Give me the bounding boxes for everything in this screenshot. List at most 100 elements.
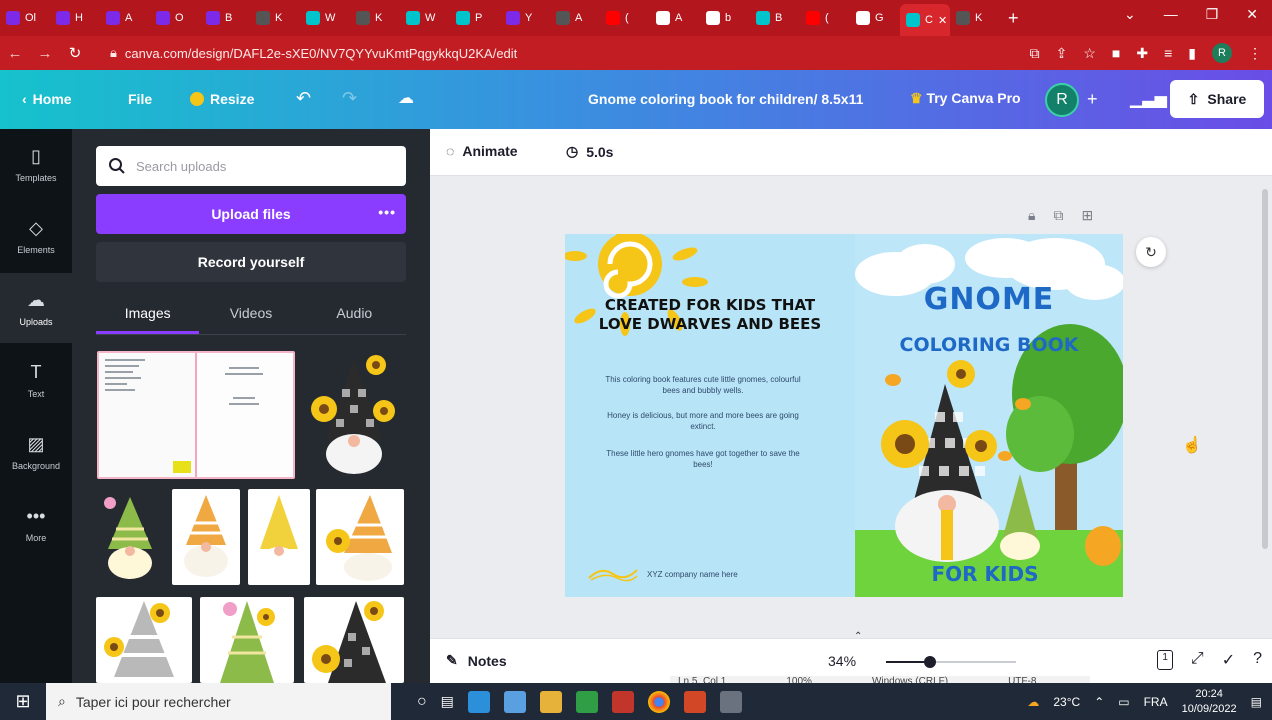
tray-chevron-icon[interactable]: ⌃ xyxy=(1094,695,1104,709)
animate-button[interactable]: ◌ Animate xyxy=(446,143,518,159)
search-input[interactable] xyxy=(136,158,386,174)
upload-thumb-gnome-5[interactable] xyxy=(316,489,404,585)
project-icon[interactable] xyxy=(575,690,598,713)
browser-tab[interactable]: ( xyxy=(800,4,850,32)
close-window-icon[interactable]: ✕ xyxy=(1246,6,1258,23)
help-icon[interactable]: ? xyxy=(1253,650,1262,670)
reading-list-icon[interactable]: ≡ xyxy=(1164,45,1172,61)
browser-tab[interactable]: A xyxy=(550,4,600,32)
browser-tab[interactable]: ( xyxy=(600,4,650,32)
chrome-icon[interactable] xyxy=(647,690,670,713)
design-canvas[interactable]: CREATED FOR KIDS THAT LOVE DWARVES AND B… xyxy=(565,234,1123,597)
redo-icon[interactable]: ↷ xyxy=(342,88,357,109)
share-page-icon[interactable]: ⇪ xyxy=(1056,45,1068,62)
profile-avatar[interactable]: R xyxy=(1212,43,1232,63)
edge-icon[interactable] xyxy=(467,690,490,713)
browser-tab[interactable]: C ✕ xyxy=(900,4,950,36)
add-comment-icon[interactable]: ↻ xyxy=(1136,237,1166,267)
invite-plus-icon[interactable]: + xyxy=(1087,89,1098,110)
close-tab-icon[interactable]: ✕ xyxy=(938,14,947,27)
tab-audio[interactable]: Audio xyxy=(303,299,406,334)
more-options-icon[interactable]: ••• xyxy=(378,204,396,220)
upload-thumb-gnome-8[interactable] xyxy=(304,597,404,683)
upload-files-button[interactable]: Upload files ••• xyxy=(96,194,406,234)
cover-title-coloring-book[interactable]: COLORING BOOK xyxy=(855,334,1123,356)
vertical-scrollbar[interactable] xyxy=(1262,189,1268,549)
body-text-3[interactable]: These little hero gnomes have got togeth… xyxy=(603,448,803,470)
upload-thumb-gnome-3[interactable] xyxy=(172,489,240,585)
record-yourself-button[interactable]: Record yourself xyxy=(96,242,406,282)
tab-images[interactable]: Images xyxy=(96,299,200,334)
rail-item-more[interactable]: ••• More xyxy=(0,489,72,559)
access-icon[interactable] xyxy=(611,690,634,713)
cover-title-for-kids[interactable]: FOR KIDS xyxy=(895,562,1075,586)
cloud-saved-icon[interactable]: ☁ xyxy=(398,88,414,108)
browser-tab[interactable]: B xyxy=(750,4,800,32)
install-icon[interactable]: ⧉ xyxy=(1030,45,1040,62)
user-avatar[interactable]: R xyxy=(1045,83,1079,117)
rail-item-text[interactable]: T Text xyxy=(0,345,72,415)
extension-icon[interactable]: ■ xyxy=(1112,45,1120,61)
page-count-icon[interactable]: 1 xyxy=(1157,650,1173,670)
file-menu-button[interactable]: File xyxy=(128,91,152,107)
browser-tab[interactable]: Y xyxy=(500,4,550,32)
browser-tab[interactable]: B xyxy=(200,4,250,32)
duration-button[interactable]: ◷ 5.0s xyxy=(566,143,613,160)
upload-thumb-gnome-2[interactable] xyxy=(96,489,164,585)
clock[interactable]: 20:24 10/09/2022 xyxy=(1182,687,1237,717)
home-button[interactable]: ‹ Home xyxy=(22,91,72,107)
network-icon[interactable]: ▭ xyxy=(1118,695,1129,709)
company-address-text[interactable]: XYZ company name here xyxy=(647,570,738,579)
fullscreen-icon[interactable]: ⤢ xyxy=(1191,650,1204,670)
rail-item-background[interactable]: ▨ Background xyxy=(0,417,72,487)
body-text-1[interactable]: This coloring book features cute little … xyxy=(603,374,803,396)
zoom-slider[interactable] xyxy=(886,656,1016,668)
tab-search-icon[interactable]: ⌄ xyxy=(1124,6,1136,23)
search-uploads-field[interactable] xyxy=(96,146,406,186)
browser-tab[interactable]: P xyxy=(450,4,500,32)
browser-tab[interactable]: b xyxy=(700,4,750,32)
back-cover[interactable]: CREATED FOR KIDS THAT LOVE DWARVES AND B… xyxy=(565,234,855,597)
upload-thumb-gnome-6[interactable] xyxy=(96,597,192,683)
language-indicator[interactable]: FRA xyxy=(1144,695,1168,709)
menu-kebab-icon[interactable]: ⋮ xyxy=(1248,45,1262,62)
browser-tab[interactable]: A xyxy=(100,4,150,32)
browser-tab[interactable]: A xyxy=(650,4,700,32)
browser-tab[interactable]: K xyxy=(250,4,300,32)
explorer-icon[interactable] xyxy=(539,690,562,713)
new-tab-icon[interactable]: + xyxy=(1008,8,1019,29)
notifications-icon[interactable]: ▤ xyxy=(1251,695,1262,709)
share-button[interactable]: ⇧ Share xyxy=(1170,80,1264,118)
zoom-percentage[interactable]: 34% xyxy=(828,653,856,669)
browser-tab[interactable]: W xyxy=(300,4,350,32)
forward-icon[interactable]: → xyxy=(30,45,60,62)
taskbar-search[interactable]: ⌕ Taper ici pour rechercher xyxy=(46,683,391,720)
rail-item-uploads[interactable]: ☁ Uploads xyxy=(0,273,72,343)
resize-button[interactable]: Resize xyxy=(190,91,254,107)
sidebar-icon[interactable]: ▮ xyxy=(1188,45,1196,62)
company-logo-graphic[interactable] xyxy=(587,564,639,582)
browser-tab[interactable]: K xyxy=(350,4,400,32)
add-page-icon[interactable]: ⊞ xyxy=(1081,207,1093,224)
url-field[interactable]: 🔒︎ canva.com/design/DAFL2e-sXE0/NV7QYYvu… xyxy=(110,45,950,61)
weather-text[interactable]: 23°C xyxy=(1053,695,1080,709)
bookmark-star-icon[interactable]: ☆ xyxy=(1083,45,1096,62)
insights-chart-icon[interactable]: ▁▃▅ xyxy=(1130,89,1167,109)
task-view-icon[interactable]: ▤ xyxy=(441,693,454,710)
undo-icon[interactable]: ↶ xyxy=(296,88,311,109)
weather-icon[interactable]: ☁ xyxy=(1027,695,1039,709)
upload-thumb-document[interactable] xyxy=(97,351,295,479)
browser-tab[interactable]: Ol xyxy=(0,4,50,32)
browser-tab[interactable]: G xyxy=(850,4,900,32)
rail-item-templates[interactable]: ▯ Templates xyxy=(0,129,72,199)
back-icon[interactable]: ← xyxy=(0,45,30,62)
cover-title-gnome[interactable]: GNOME xyxy=(855,282,1123,317)
chevron-up-icon[interactable]: ⌃ xyxy=(854,631,862,642)
cortana-icon[interactable]: ○ xyxy=(417,693,427,711)
store-icon[interactable] xyxy=(503,690,526,713)
windows-start-icon[interactable]: ⊞ xyxy=(0,691,46,712)
rail-item-elements[interactable]: ◇ Elements xyxy=(0,201,72,271)
browser-tab[interactable]: W xyxy=(400,4,450,32)
try-canva-pro-button[interactable]: ♛ Try Canva Pro xyxy=(910,90,1021,107)
reload-icon[interactable]: ↻ xyxy=(60,44,90,62)
